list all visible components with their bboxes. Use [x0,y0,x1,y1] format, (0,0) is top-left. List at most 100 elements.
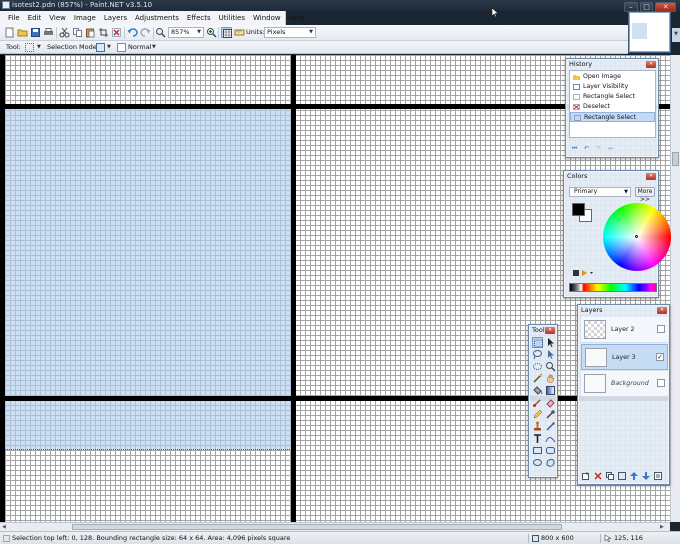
layer-properties-button[interactable] [654,472,662,480]
layer-row-selected[interactable]: Layer 3 ✓ [581,344,668,370]
text-tool[interactable] [532,433,543,444]
close-icon[interactable]: ✕ [657,307,667,314]
color-target-combo[interactable]: Primary ▼ [569,187,631,197]
move-selection-tool[interactable] [545,337,556,348]
redo-button[interactable] [140,27,151,38]
history-buttons: ⏮ ↶ ↷ ⏭ [572,145,622,153]
blend-mode-value[interactable]: Normal [128,42,152,53]
history-item[interactable]: Rectangle Select [570,92,655,102]
chevron-down-icon[interactable]: ▼ [152,42,156,53]
line-curve-tool[interactable] [545,433,556,444]
crop-to-selection-button[interactable] [98,27,109,38]
menu-utilities[interactable]: Utilities [215,11,249,25]
image-thumbnail[interactable] [629,12,670,52]
history-item[interactable]: Open Image [570,72,655,82]
undo-button[interactable] [127,27,138,38]
history-panel: History ✕ Open Image Layer Visibility Re… [565,58,659,158]
zoom-button[interactable] [155,27,166,38]
chevron-down-icon[interactable]: ▼ [37,42,41,53]
toggle-rulers-button[interactable] [234,27,245,38]
zoom-tool[interactable] [545,361,556,372]
rewind-icon[interactable]: ⏮ [572,145,577,153]
primary-color-swatch[interactable] [572,203,585,216]
more-button[interactable]: More >> [635,187,655,203]
menu-window[interactable]: Window [249,11,285,25]
lasso-select-tool[interactable] [532,349,543,360]
eraser-tool[interactable] [545,397,556,408]
recolor-tool[interactable] [545,421,556,432]
save-button[interactable] [30,27,41,38]
selection-mode-replace-icon[interactable] [96,43,105,52]
fast-forward-icon[interactable]: ⏭ [608,145,613,153]
layer-visibility-checkbox[interactable] [657,325,665,333]
layer-visibility-checkbox[interactable] [657,379,665,387]
color-picker-tool[interactable] [545,409,556,420]
copy-button[interactable] [72,27,83,38]
menu-view[interactable]: View [45,11,70,25]
duplicate-layer-button[interactable] [606,472,614,480]
title-bar[interactable]: isotest2.pdn (857%) - Paint.NET v3.5.10 … [0,0,680,17]
move-layer-up-button[interactable] [630,472,638,480]
pencil-tool[interactable] [532,409,543,420]
pan-tool[interactable] [545,373,556,384]
print-button[interactable] [43,27,54,38]
paintbrush-tool[interactable] [532,397,543,408]
zoom-in-button[interactable] [206,27,217,38]
scroll-left-icon[interactable]: ◀ [2,523,6,531]
units-combo[interactable]: Pixels ▼ [264,27,316,38]
ellipse-select-tool[interactable] [532,361,543,372]
clone-stamp-tool[interactable] [532,421,543,432]
rectangle-select-tool[interactable] [532,337,543,348]
move-layer-down-button[interactable] [642,472,650,480]
delete-layer-button[interactable] [594,472,602,480]
undo-icon[interactable]: ↶ [584,145,589,153]
menu-effects[interactable]: Effects [183,11,215,25]
horizontal-scroll-thumb[interactable] [72,524,562,530]
color-palette[interactable] [569,283,657,292]
history-item[interactable]: Deselect [570,102,655,112]
gradient-tool[interactable] [545,385,556,396]
thumbnail-scroll-down-icon[interactable]: ▼ [672,28,680,42]
rectangle-tool[interactable] [532,445,543,456]
toggle-grid-button[interactable] [221,27,232,38]
layer-row[interactable]: Background [581,371,668,397]
vertical-scrollbar[interactable] [670,55,680,522]
layer-row[interactable]: Layer 2 [581,317,668,343]
ellipse-tool[interactable] [532,457,543,468]
paint-bucket-tool[interactable] [532,385,543,396]
close-icon[interactable]: ✕ [545,327,555,334]
move-pixels-tool[interactable] [545,349,556,360]
menu-edit[interactable]: Edit [24,11,46,25]
close-icon[interactable]: ✕ [646,173,656,180]
minimize-button[interactable]: – [624,2,638,12]
new-image-button[interactable] [4,27,15,38]
add-layer-button[interactable] [582,472,590,480]
open-button[interactable] [17,27,28,38]
color-wheel[interactable] [603,203,671,271]
deselect-button[interactable] [111,27,122,38]
menu-layers[interactable]: Layers [100,11,131,25]
magic-wand-tool[interactable] [532,373,543,384]
freeform-shape-tool[interactable] [545,457,556,468]
zoom-combo[interactable]: 857% ▼ [168,27,204,38]
menu-help[interactable]: Help [285,11,309,25]
chevron-down-icon[interactable]: ▼ [107,42,111,53]
merge-layer-button[interactable] [618,472,626,480]
paste-button[interactable] [85,27,96,38]
menu-adjustments[interactable]: Adjustments [131,11,183,25]
close-button[interactable]: ✕ [655,2,677,12]
maximize-button[interactable]: □ [639,2,654,12]
redo-icon[interactable]: ↷ [596,145,601,153]
rounded-rectangle-tool[interactable] [545,445,556,456]
horizontal-scrollbar[interactable]: ◀ ▶ [0,522,670,531]
scroll-right-icon[interactable]: ▶ [660,523,664,531]
history-item-selected[interactable]: Rectangle Select [570,112,655,122]
menu-image[interactable]: Image [70,11,100,25]
close-icon[interactable]: ✕ [646,61,656,68]
menu-file[interactable]: File [4,11,24,25]
rectangle-select-icon[interactable] [25,43,34,52]
vertical-scroll-thumb[interactable] [672,152,679,166]
history-item[interactable]: Layer Visibility [570,82,655,92]
layer-visibility-checkbox[interactable]: ✓ [656,353,664,361]
cut-button[interactable] [59,27,70,38]
